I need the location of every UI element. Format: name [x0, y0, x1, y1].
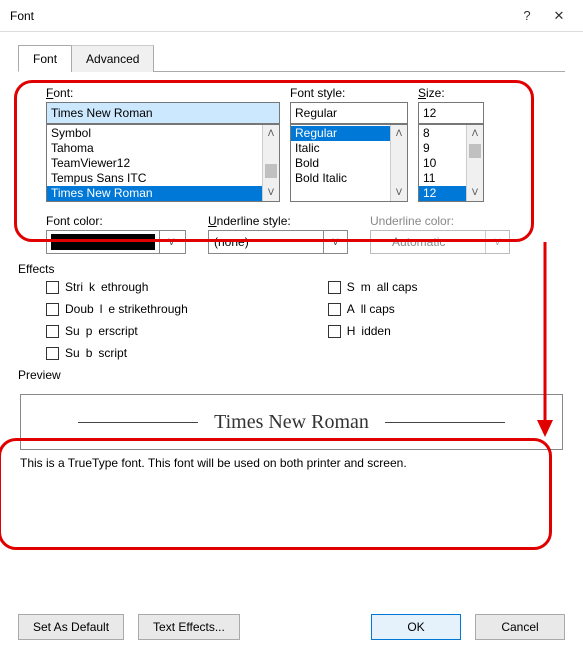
style-list[interactable]: Regular Italic Bold Bold Italic ᐱ ᐯ [290, 124, 408, 202]
chevron-up-icon[interactable]: ᐱ [467, 125, 483, 142]
dialog-title: Font [10, 9, 511, 23]
cancel-button[interactable]: Cancel [475, 614, 565, 640]
scrollbar[interactable]: ᐱ ᐯ [390, 125, 407, 201]
underline-color-group: Underline color: Automatic ᐯ [370, 214, 510, 254]
list-item[interactable]: Tempus Sans ITC [47, 171, 279, 186]
text-effects-button[interactable]: Text Effects... [138, 614, 240, 640]
size-list[interactable]: 8 9 10 11 12 ᐱ ᐯ [418, 124, 484, 202]
list-item[interactable]: TeamViewer12 [47, 156, 279, 171]
color-swatch [51, 234, 155, 250]
font-list[interactable]: Symbol Tahoma TeamViewer12 Tempus Sans I… [46, 124, 280, 202]
dialog-body: Font Advanced Font: Symbol Tahoma TeamVi… [0, 32, 583, 484]
titlebar: Font ? ✕ [0, 0, 583, 32]
check-superscript[interactable]: Superscript [46, 324, 188, 338]
chevron-up-icon[interactable]: ᐱ [391, 125, 407, 142]
preview-hint: This is a TrueType font. This font will … [20, 456, 563, 470]
check-all-caps[interactable]: All caps [328, 302, 418, 316]
underline-color-label: Underline color: [370, 214, 510, 228]
check-strikethrough[interactable]: Strikethrough [46, 280, 188, 294]
font-color-group: Font color: ᐯ [46, 214, 186, 254]
underline-color-combo: Automatic ᐯ [370, 230, 510, 254]
set-default-button[interactable]: Set As Default [18, 614, 124, 640]
footer: Set As Default Text Effects... OK Cancel [18, 614, 565, 640]
tabs: Font Advanced [18, 44, 565, 72]
preview-box: Times New Roman [20, 394, 563, 450]
style-input[interactable] [290, 102, 408, 124]
check-double-strike[interactable]: Double strikethrough [46, 302, 188, 316]
font-column: Font: Symbol Tahoma TeamViewer12 Tempus … [46, 86, 280, 202]
help-button[interactable]: ? [511, 0, 543, 32]
chevron-up-icon[interactable]: ᐱ [263, 125, 279, 142]
underline-label: Underline style: [208, 214, 348, 228]
chevron-down-icon[interactable]: ᐯ [263, 184, 279, 201]
chevron-down-icon[interactable]: ᐯ [391, 184, 407, 201]
font-input[interactable] [46, 102, 280, 124]
scrollbar[interactable]: ᐱ ᐯ [466, 125, 483, 201]
preview-line-right [385, 422, 505, 423]
underline-style-combo[interactable]: (none) ᐯ [208, 230, 348, 254]
font-color-label: Font color: [46, 214, 186, 228]
style-label: Font style: [290, 86, 408, 100]
font-color-picker[interactable]: ᐯ [46, 230, 186, 254]
font-row: Font: Symbol Tahoma TeamViewer12 Tempus … [18, 86, 565, 202]
chevron-down-icon[interactable]: ᐯ [159, 231, 183, 253]
size-label: Size: [418, 86, 484, 100]
list-item[interactable]: Symbol [47, 126, 279, 141]
list-item[interactable]: Tahoma [47, 141, 279, 156]
tab-advanced[interactable]: Advanced [71, 45, 154, 72]
preview-label: Preview [18, 360, 565, 386]
chevron-down-icon[interactable]: ᐯ [467, 184, 483, 201]
preview-line-left [78, 422, 198, 423]
close-button[interactable]: ✕ [543, 0, 575, 32]
preview-text: Times New Roman [198, 411, 385, 434]
style-column: Font style: Regular Italic Bold Bold Ita… [290, 86, 408, 202]
preview-group: Times New Roman This is a TrueType font.… [18, 386, 565, 470]
check-subscript[interactable]: Subscript [46, 346, 188, 360]
underline-style-group: Underline style: (none) ᐯ [208, 214, 348, 254]
chevron-down-icon[interactable]: ᐯ [323, 231, 347, 253]
chevron-down-icon: ᐯ [485, 231, 509, 253]
size-column: Size: 8 9 10 11 12 ᐱ ᐯ [418, 86, 484, 202]
color-row: Font color: ᐯ Underline style: (none) ᐯ … [18, 202, 565, 254]
check-small-caps[interactable]: Small caps [328, 280, 418, 294]
ok-button[interactable]: OK [371, 614, 461, 640]
check-hidden[interactable]: Hidden [328, 324, 418, 338]
underline-color-value: Automatic [392, 235, 445, 249]
underline-style-value: (none) [214, 235, 249, 249]
scrollbar[interactable]: ᐱ ᐯ [262, 125, 279, 201]
tab-font[interactable]: Font [18, 45, 72, 72]
effects-label: Effects [18, 254, 565, 280]
font-label: Font: [46, 86, 280, 100]
effects-group: Strikethrough Double strikethrough Super… [18, 280, 565, 360]
list-item[interactable]: Times New Roman [47, 186, 279, 201]
size-input[interactable] [418, 102, 484, 124]
